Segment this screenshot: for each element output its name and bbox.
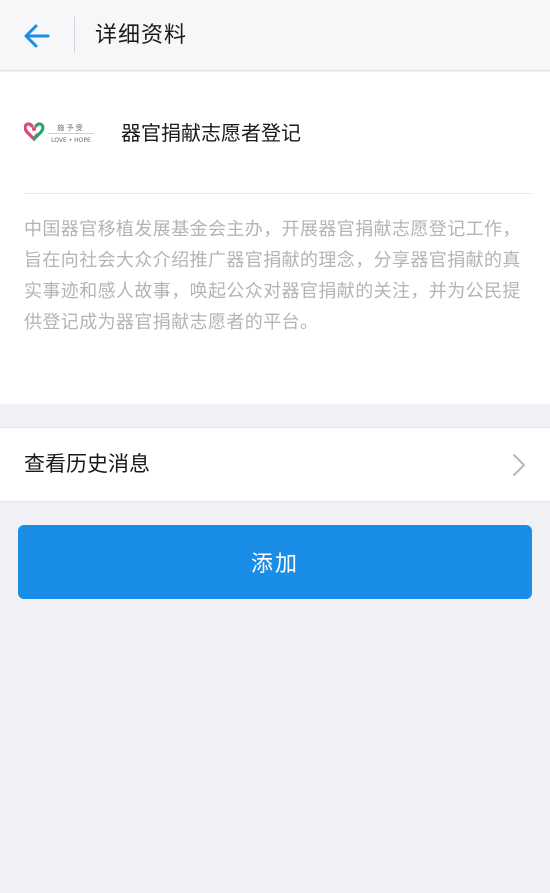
account-description: 中国器官移植发展基金会主办，开展器官捐献志愿登记工作，旨在向社会大众介绍推广器官… [24,219,521,333]
heart-logo-icon: 施 予 受 LOVE • HOPE [24,122,94,144]
add-button[interactable]: 添加 [18,525,532,599]
arrow-left-icon [24,24,50,48]
top-bar: 详细资料 [0,0,550,71]
header-divider [74,17,75,53]
history-label: 查看历史消息 [24,452,150,476]
logo-bottom-text: LOVE • HOPE [51,137,91,144]
logo-top-text: 施 予 受 [57,123,82,132]
view-history-messages-row[interactable]: 查看历史消息 [0,427,550,502]
back-button[interactable] [14,16,60,56]
account-name: 器官捐献志愿者登记 [121,121,301,145]
card-divider [24,193,532,194]
page-title: 详细资料 [95,23,188,48]
chevron-right-icon [513,454,525,476]
